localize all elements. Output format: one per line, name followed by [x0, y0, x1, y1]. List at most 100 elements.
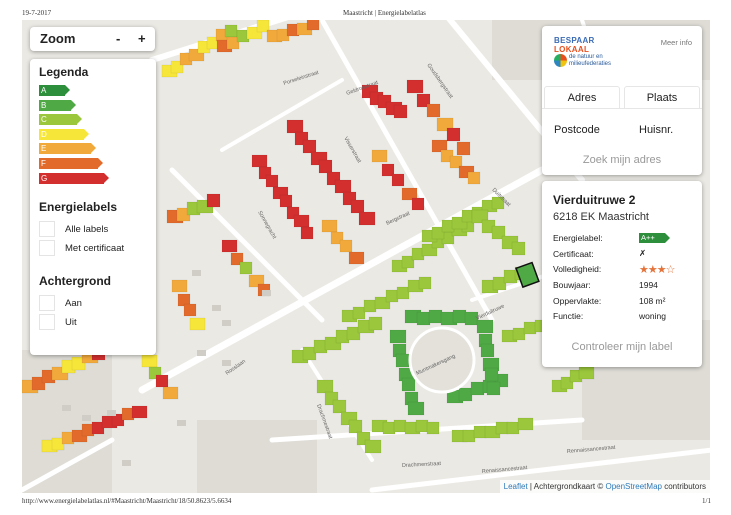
building[interactable] — [224, 24, 238, 38]
building[interactable] — [155, 374, 169, 388]
building[interactable] — [286, 119, 304, 134]
building[interactable] — [279, 194, 293, 208]
building[interactable] — [300, 226, 314, 240]
leaflet-link[interactable]: Leaflet — [504, 482, 528, 491]
bespaar-lokaal-logo[interactable]: BESPAAR LOKAAL de natuur en milieufederat… — [554, 36, 611, 67]
controleer-label-button[interactable]: Controleer mijn label — [542, 341, 702, 353]
legend-bar-arrow — [65, 85, 70, 95]
huisnr-field[interactable]: Huisnr. — [639, 124, 673, 136]
building[interactable] — [131, 405, 148, 419]
building[interactable] — [265, 174, 279, 188]
building[interactable] — [418, 276, 432, 290]
building[interactable] — [183, 303, 197, 317]
building[interactable] — [456, 141, 471, 156]
building[interactable] — [221, 239, 238, 253]
checkbox-alle-labels[interactable] — [39, 221, 55, 238]
checkbox-met-certificaat[interactable] — [39, 240, 55, 257]
building[interactable] — [470, 381, 485, 396]
building[interactable] — [446, 127, 461, 142]
building[interactable] — [171, 279, 188, 293]
postcode-field[interactable]: Postcode — [554, 124, 600, 136]
building[interactable] — [415, 419, 429, 433]
street-label: Rennaissancestraat — [567, 445, 616, 455]
building[interactable] — [523, 321, 537, 335]
osm-link[interactable]: OpenStreetMap — [605, 482, 661, 491]
building[interactable] — [334, 179, 352, 194]
building[interactable] — [578, 366, 595, 380]
building[interactable] — [407, 401, 425, 416]
building[interactable] — [406, 79, 424, 94]
info-key: Energielabel: — [553, 232, 603, 243]
zoek-mijn-adres-button[interactable]: Zoek mijn adres — [542, 154, 702, 166]
building[interactable] — [452, 309, 467, 324]
info-key: Functie: — [553, 311, 584, 322]
building[interactable] — [339, 239, 353, 253]
background-uit[interactable]: Uit — [39, 313, 147, 332]
building[interactable] — [401, 377, 416, 392]
building[interactable] — [393, 419, 407, 433]
building[interactable] — [350, 199, 365, 214]
building[interactable] — [411, 197, 425, 211]
building[interactable] — [141, 354, 158, 368]
background-aan[interactable]: Aan — [39, 294, 147, 313]
building[interactable] — [348, 251, 365, 265]
building[interactable] — [364, 439, 382, 454]
building[interactable] — [393, 104, 408, 119]
zoom-in-button[interactable]: + — [138, 31, 146, 46]
building[interactable] — [428, 309, 443, 324]
building[interactable] — [371, 149, 388, 163]
map-attribution: Leaflet | Achtergrondkaart © OpenStreetM… — [499, 480, 710, 493]
building[interactable] — [162, 386, 179, 400]
building[interactable] — [316, 379, 334, 394]
building[interactable] — [426, 103, 441, 118]
building[interactable] — [473, 425, 487, 439]
map[interactable]: Porseleinstraat Geldropstraat Goudsbergs… — [22, 20, 710, 493]
building[interactable] — [348, 419, 363, 434]
zoom-out-button[interactable]: - — [116, 31, 120, 46]
building[interactable] — [512, 327, 526, 341]
parking-block — [107, 410, 116, 416]
radio-uit[interactable] — [39, 314, 55, 331]
legend-bar-arrow — [71, 99, 76, 110]
filter-met-certificaat[interactable]: Met certificaat — [39, 239, 147, 258]
building[interactable] — [462, 429, 476, 443]
building[interactable] — [426, 421, 440, 435]
building[interactable] — [396, 286, 410, 300]
building[interactable] — [206, 193, 221, 208]
building[interactable] — [363, 299, 377, 313]
building[interactable] — [251, 154, 268, 168]
building[interactable] — [352, 306, 366, 320]
building[interactable] — [495, 421, 509, 435]
building[interactable] — [395, 353, 410, 368]
building[interactable] — [189, 317, 206, 331]
building[interactable] — [293, 214, 310, 228]
building[interactable] — [458, 387, 473, 402]
building[interactable] — [484, 367, 499, 382]
building[interactable] — [302, 139, 317, 154]
building[interactable] — [480, 343, 495, 358]
building[interactable] — [368, 316, 383, 331]
filter-alle-labels[interactable]: Alle labels — [39, 220, 147, 239]
building[interactable] — [332, 399, 347, 414]
building[interactable] — [385, 289, 399, 303]
building[interactable] — [389, 329, 407, 344]
background-label: Uit — [65, 316, 77, 328]
building[interactable] — [382, 421, 396, 435]
building[interactable] — [467, 171, 481, 185]
building[interactable] — [416, 311, 431, 326]
building[interactable] — [239, 261, 253, 275]
building[interactable] — [486, 381, 501, 396]
building[interactable] — [511, 241, 526, 256]
tab-plaats[interactable]: Plaats — [624, 86, 700, 108]
building[interactable] — [476, 319, 494, 334]
building[interactable] — [318, 159, 333, 174]
building[interactable] — [506, 421, 520, 435]
building[interactable] — [391, 173, 405, 187]
building[interactable] — [306, 20, 320, 31]
building[interactable] — [321, 219, 338, 233]
building[interactable] — [358, 211, 376, 226]
building[interactable] — [517, 417, 534, 431]
radio-aan[interactable] — [39, 295, 55, 312]
tab-adres[interactable]: Adres — [544, 86, 620, 108]
meer-info-link[interactable]: Meer info — [661, 38, 692, 47]
